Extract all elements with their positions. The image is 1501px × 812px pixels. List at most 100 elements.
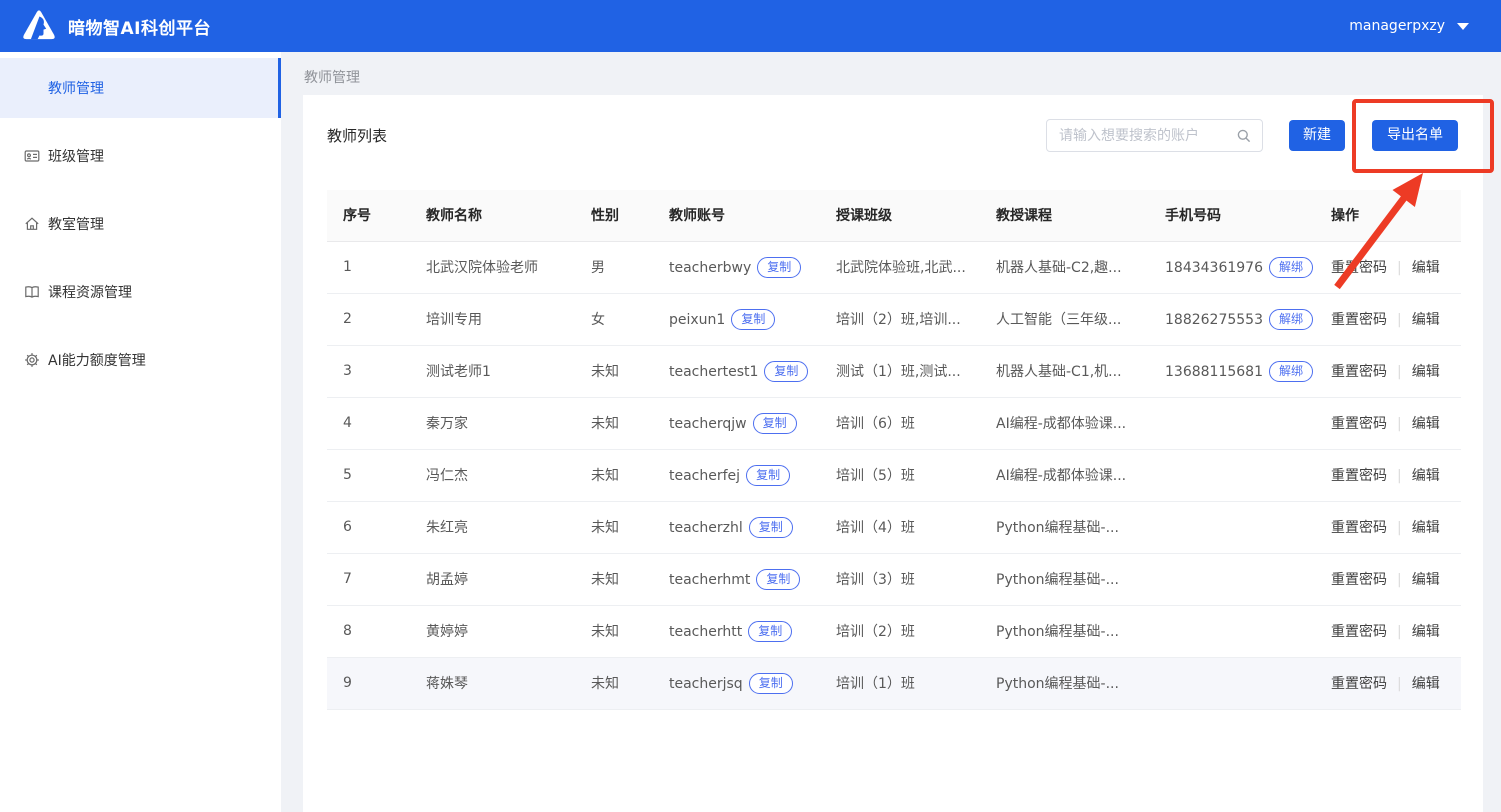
- teacher-table: 序号 教师名称 性别 教师账号 授课班级 教授课程 手机号码 操作 1 北武汉院…: [327, 190, 1461, 710]
- account-text: teacherhmt: [669, 571, 751, 588]
- copy-button[interactable]: 复制: [764, 360, 809, 382]
- copy-button[interactable]: 复制: [748, 672, 793, 694]
- edit-link[interactable]: 编辑: [1412, 364, 1440, 380]
- cell-phone: [1149, 657, 1315, 710]
- breadcrumb: 教师管理: [304, 70, 360, 86]
- cell-phone: 18434361976 解绑: [1149, 241, 1315, 294]
- unbind-button[interactable]: 解绑: [1268, 360, 1313, 382]
- id-card-icon: [24, 148, 40, 164]
- col-header-name: 教师名称: [410, 190, 575, 242]
- cell-gender: 未知: [575, 553, 653, 606]
- cell-teacher-name: 蒋姝琴: [410, 657, 575, 710]
- account-text: teacherhtt: [669, 623, 743, 640]
- cell-courses: 机器人基础-C2,趣...: [980, 241, 1149, 294]
- reset-password-link[interactable]: 重置密码: [1331, 416, 1387, 432]
- reset-password-link[interactable]: 重置密码: [1331, 572, 1387, 588]
- cell-gender: 未知: [575, 397, 653, 450]
- edit-link[interactable]: 编辑: [1412, 260, 1440, 276]
- account-text: teacherjsq: [669, 675, 743, 692]
- sidebar-item-ai-quota-management[interactable]: AI能力额度管理: [0, 330, 281, 390]
- cell-actions: 重置密码 | 编辑: [1315, 293, 1461, 346]
- cell-actions: 重置密码 | 编辑: [1315, 553, 1461, 606]
- sidebar: 教师管理 班级管理 教室管理 课程资源管理 AI能力额度管理: [0, 52, 281, 812]
- search-icon[interactable]: [1236, 128, 1252, 144]
- action-divider: |: [1397, 624, 1402, 640]
- search-input[interactable]: [1057, 126, 1236, 145]
- copy-button[interactable]: 复制: [756, 568, 801, 590]
- col-header-phone: 手机号码: [1149, 190, 1315, 242]
- copy-button[interactable]: 复制: [752, 412, 797, 434]
- sidebar-item-class-management[interactable]: 班级管理: [0, 126, 281, 186]
- cell-gender: 未知: [575, 605, 653, 658]
- cell-index: 2: [327, 293, 410, 346]
- table-row: 5 冯仁杰 未知 teacherfej 复制 培训（5）班 AI编程-成都体验课.…: [327, 449, 1461, 502]
- search-box: [1046, 119, 1263, 152]
- copy-button[interactable]: 复制: [731, 308, 776, 330]
- reset-password-link[interactable]: 重置密码: [1331, 520, 1387, 536]
- reset-password-link[interactable]: 重置密码: [1331, 364, 1387, 380]
- copy-button[interactable]: 复制: [757, 256, 802, 278]
- chevron-down-icon: [1457, 22, 1469, 30]
- phone-text: 13688115681: [1165, 363, 1263, 380]
- reset-password-link[interactable]: 重置密码: [1331, 260, 1387, 276]
- username: managerpxzy: [1349, 18, 1445, 34]
- cell-index: 7: [327, 553, 410, 606]
- account-text: teacherfej: [669, 467, 741, 484]
- copy-button[interactable]: 复制: [748, 620, 793, 642]
- cell-gender: 未知: [575, 345, 653, 398]
- gear-icon: [24, 352, 40, 368]
- sidebar-item-teacher-management[interactable]: 教师管理: [0, 58, 281, 118]
- table-row: 8 黄婷婷 未知 teacherhtt 复制 培训（2）班 Python编程基础-…: [327, 605, 1461, 658]
- cell-teacher-name: 培训专用: [410, 293, 575, 346]
- table-row: 9 蒋姝琴 未知 teacherjsq 复制 培训（1）班 Python编程基础-…: [327, 657, 1461, 710]
- action-divider: |: [1397, 260, 1402, 276]
- unbind-button[interactable]: 解绑: [1268, 308, 1313, 330]
- edit-link[interactable]: 编辑: [1412, 520, 1440, 536]
- table-row: 1 北武汉院体验老师 男 teacherbwy 复制 北武院体验班,北武... 机…: [327, 241, 1461, 294]
- cell-account: teacherhtt 复制: [653, 605, 820, 658]
- reset-password-link[interactable]: 重置密码: [1331, 312, 1387, 328]
- cell-account: peixun1 复制: [653, 293, 820, 346]
- cell-account: teacherhmt 复制: [653, 553, 820, 606]
- user-menu[interactable]: managerpxzy: [1349, 0, 1469, 52]
- reset-password-link[interactable]: 重置密码: [1331, 468, 1387, 484]
- edit-link[interactable]: 编辑: [1412, 312, 1440, 328]
- cell-courses: Python编程基础-...: [980, 605, 1149, 658]
- edit-link[interactable]: 编辑: [1412, 624, 1440, 640]
- unbind-button[interactable]: 解绑: [1268, 256, 1313, 278]
- sidebar-item-label: 教室管理: [48, 217, 104, 233]
- cell-gender: 男: [575, 241, 653, 294]
- cell-gender: 女: [575, 293, 653, 346]
- reset-password-link[interactable]: 重置密码: [1331, 624, 1387, 640]
- account-text: teacherbwy: [669, 259, 752, 276]
- export-list-button[interactable]: 导出名单: [1372, 120, 1458, 151]
- phone-text: 18826275553: [1165, 311, 1263, 328]
- cell-phone: [1149, 449, 1315, 502]
- cell-teacher-name: 冯仁杰: [410, 449, 575, 502]
- action-divider: |: [1397, 468, 1402, 484]
- cell-index: 4: [327, 397, 410, 450]
- sidebar-item-classroom-management[interactable]: 教室管理: [0, 194, 281, 254]
- copy-button[interactable]: 复制: [746, 464, 791, 486]
- cell-phone: 18826275553 解绑: [1149, 293, 1315, 346]
- copy-button[interactable]: 复制: [748, 516, 793, 538]
- table-row: 6 朱红亮 未知 teacherzhl 复制 培训（4）班 Python编程基础-…: [327, 501, 1461, 554]
- edit-link[interactable]: 编辑: [1412, 676, 1440, 692]
- sidebar-item-course-resource-management[interactable]: 课程资源管理: [0, 262, 281, 322]
- cell-courses: AI编程-成都体验课...: [980, 449, 1149, 502]
- reset-password-link[interactable]: 重置密码: [1331, 676, 1387, 692]
- edit-link[interactable]: 编辑: [1412, 416, 1440, 432]
- cell-phone: 13688115681 解绑: [1149, 345, 1315, 398]
- platform-logo-icon: [21, 8, 57, 44]
- sidebar-item-label: 班级管理: [48, 149, 104, 165]
- edit-link[interactable]: 编辑: [1412, 468, 1440, 484]
- edit-link[interactable]: 编辑: [1412, 572, 1440, 588]
- cell-phone: [1149, 553, 1315, 606]
- sidebar-item-label: 教师管理: [48, 81, 104, 97]
- new-button[interactable]: 新建: [1289, 120, 1345, 151]
- action-divider: |: [1397, 364, 1402, 380]
- action-divider: |: [1397, 572, 1402, 588]
- col-header-actions: 操作: [1315, 190, 1461, 242]
- cell-courses: Python编程基础-...: [980, 501, 1149, 554]
- cell-teacher-name: 测试老师1: [410, 345, 575, 398]
